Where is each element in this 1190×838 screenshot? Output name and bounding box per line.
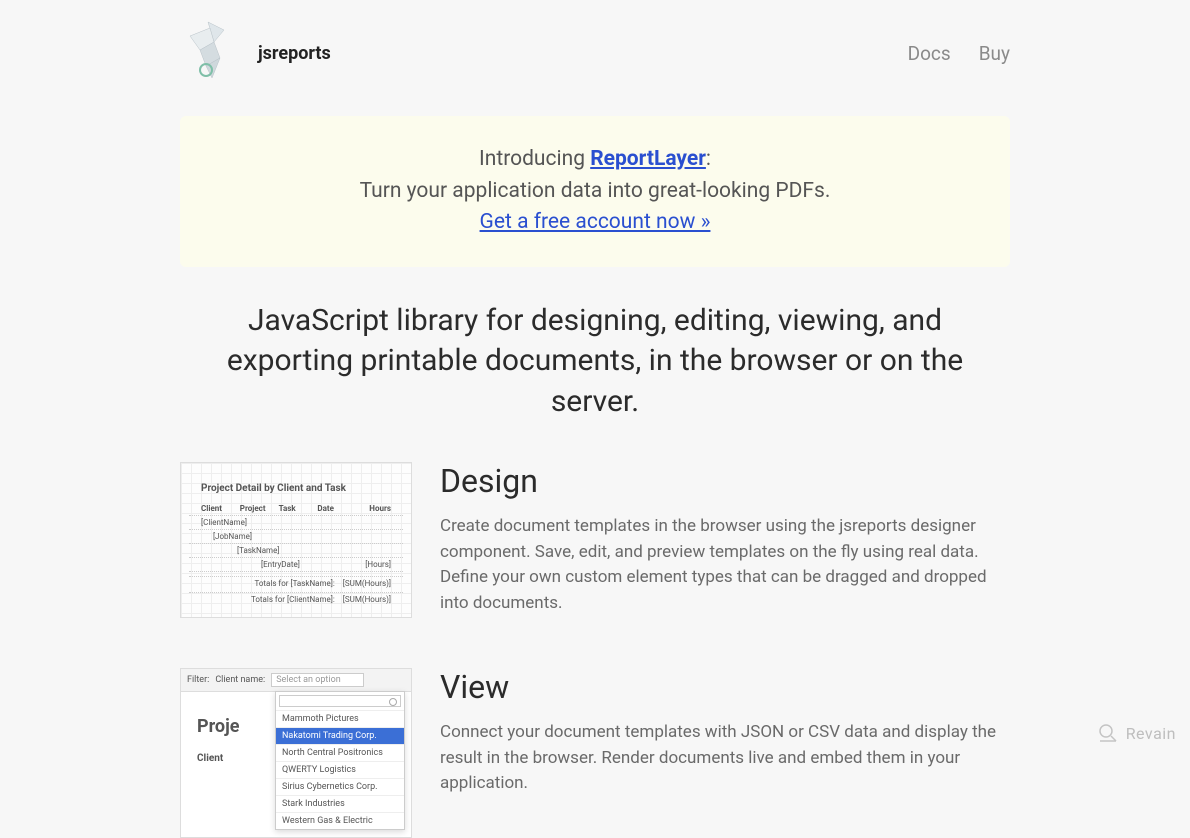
banner-cta-link[interactable]: Get a free account now »	[480, 210, 711, 234]
behind-col-client: Client	[197, 753, 223, 764]
behind-title-left: Proje	[197, 716, 240, 737]
totals-task-label: Totals for [TaskName]:	[254, 579, 334, 588]
totals-task-value: [SUM(Hours)]	[343, 579, 391, 588]
group-task: [TaskName]	[237, 546, 391, 555]
col-client: Client	[201, 504, 236, 513]
col-hours: Hours	[356, 504, 391, 513]
banner-intro-suffix: :	[706, 147, 711, 171]
view-heading: View	[440, 668, 1010, 706]
brand[interactable]: jsreports	[180, 18, 331, 88]
page-tagline: JavaScript library for designing, editin…	[205, 301, 985, 423]
totals-client-value: [SUM(Hours)]	[343, 595, 391, 604]
dropdown-option[interactable]: Western Gas & Electric	[276, 812, 404, 829]
group-client: [ClientName]	[201, 518, 391, 527]
select-box[interactable]: Select an option	[271, 673, 364, 687]
dropdown-option-selected[interactable]: Nakatomi Trading Corp.	[276, 727, 404, 744]
dropdown-search[interactable]	[279, 695, 401, 707]
nav-buy[interactable]: Buy	[979, 42, 1010, 65]
design-thumbnail: Project Detail by Client and Task Client…	[180, 462, 412, 618]
logo-bird-icon	[180, 18, 240, 88]
design-heading: Design	[440, 462, 1010, 500]
dropdown-option[interactable]: Sirius Cybernetics Corp.	[276, 778, 404, 795]
col-date: Date	[317, 504, 352, 513]
brand-name: jsreports	[258, 43, 331, 64]
main-nav: Docs Buy	[908, 42, 1010, 65]
detail-hours: [Hours]	[328, 560, 391, 569]
magnifier-icon	[1098, 723, 1118, 743]
nav-docs[interactable]: Docs	[908, 42, 951, 65]
banner-intro-prefix: Introducing	[479, 147, 590, 171]
field-label: Client name:	[215, 675, 265, 685]
banner-tagline: Turn your application data into great-lo…	[210, 176, 980, 208]
dropdown-option[interactable]: Stark Industries	[276, 795, 404, 812]
dropdown-menu[interactable]: Mammoth Pictures Nakatomi Trading Corp. …	[275, 691, 405, 830]
dropdown-option[interactable]: Mammoth Pictures	[276, 710, 404, 727]
watermark: Revain	[1098, 723, 1176, 743]
dropdown-option[interactable]: QWERTY Logistics	[276, 761, 404, 778]
col-task: Task	[279, 504, 314, 513]
view-description: Connect your document templates with JSO…	[440, 720, 1010, 797]
site-header: jsreports Docs Buy	[180, 0, 1010, 98]
totals-client-label: Totals for [ClientName]:	[251, 595, 335, 604]
feature-design: Project Detail by Client and Task Client…	[180, 462, 1010, 618]
reportlayer-link[interactable]: ReportLayer	[590, 147, 706, 171]
promo-banner: Introducing ReportLayer: Turn your appli…	[180, 116, 1010, 267]
select-placeholder: Select an option	[276, 675, 341, 685]
watermark-text: Revain	[1126, 724, 1176, 743]
col-project: Project	[240, 504, 275, 513]
filter-label: Filter:	[187, 675, 209, 685]
thumb-title: Project Detail by Client and Task	[201, 483, 403, 494]
view-thumbnail: Filter: Client name: Select an option Pr…	[180, 668, 412, 838]
feature-view: Filter: Client name: Select an option Pr…	[180, 668, 1010, 838]
detail-date: [EntryDate]	[261, 560, 324, 569]
design-description: Create document templates in the browser…	[440, 514, 1010, 616]
group-job: [JobName]	[213, 532, 391, 541]
